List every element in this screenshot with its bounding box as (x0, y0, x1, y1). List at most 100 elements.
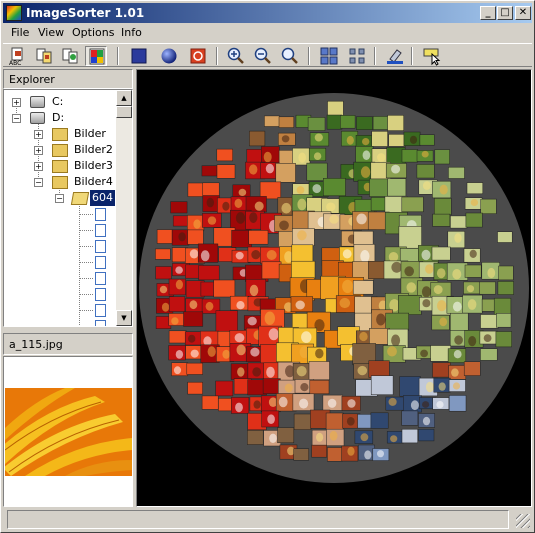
file-icon[interactable] (95, 288, 106, 301)
image-thumbnail[interactable] (170, 201, 188, 214)
image-thumbnail[interactable] (327, 447, 343, 462)
resize-grip[interactable] (516, 514, 530, 528)
image-thumbnail[interactable] (327, 100, 344, 116)
image-thumbnail[interactable] (264, 115, 280, 127)
image-thumbnail[interactable] (187, 182, 204, 197)
image-thumbnail[interactable] (311, 444, 327, 458)
file-icon[interactable] (95, 272, 106, 285)
zoom-fit-icon[interactable] (279, 46, 301, 66)
image-thumbnail[interactable] (418, 428, 435, 442)
image-thumbnail[interactable] (352, 280, 374, 295)
expand-toggle[interactable]: + (34, 162, 43, 171)
image-thumbnail[interactable] (216, 148, 233, 162)
menu-view[interactable]: View (38, 26, 64, 40)
image-thumbnail[interactable] (480, 348, 498, 361)
image-thumbnail[interactable] (466, 182, 484, 195)
image-thumbnail[interactable] (307, 117, 326, 131)
image-thumbnail[interactable] (187, 381, 203, 395)
image-thumbnail[interactable] (398, 226, 422, 249)
maximize-button[interactable]: □ (497, 6, 513, 20)
image-thumbnail[interactable] (419, 134, 435, 146)
image-thumbnail[interactable] (387, 115, 404, 131)
image-thumbnail[interactable] (198, 265, 220, 281)
collapse-toggle[interactable]: − (34, 178, 43, 187)
zoom-in-icon[interactable] (225, 46, 247, 66)
menu-info[interactable]: Info (121, 26, 142, 40)
image-thumbnail[interactable] (291, 244, 314, 263)
menu-file[interactable]: File (11, 26, 29, 40)
image-thumbnail[interactable] (246, 149, 263, 163)
image-thumbnail[interactable] (293, 448, 309, 461)
image-thumbnail[interactable] (370, 375, 394, 395)
image-thumbnail[interactable] (261, 261, 282, 280)
image-thumbnail[interactable] (450, 312, 469, 331)
image-thumbnail[interactable] (187, 229, 204, 245)
sort-abc-icon[interactable]: ABC (7, 46, 29, 66)
image-thumbnail[interactable] (293, 413, 312, 430)
tree-item-604[interactable]: − 604 (4, 190, 116, 206)
image-thumbnail[interactable] (308, 361, 330, 381)
image-thumbnail[interactable] (249, 130, 266, 147)
image-thumbnail[interactable] (463, 361, 481, 376)
image-thumbnail[interactable] (431, 246, 451, 261)
image-thumbnail[interactable] (262, 378, 281, 394)
tree-item-bilder[interactable]: + Bilder (4, 126, 116, 142)
image-thumbnail[interactable] (368, 360, 390, 378)
collapse-toggle[interactable]: − (12, 114, 21, 123)
image-thumbnail[interactable] (498, 265, 514, 281)
circle-view-icon[interactable] (187, 46, 209, 66)
folder-tree[interactable]: + C: − D: + Bilder + Bilder2 + Bilder3 −… (3, 89, 133, 327)
image-thumbnail[interactable] (432, 362, 451, 378)
image-sphere[interactable] (137, 70, 531, 506)
image-thumbnail[interactable] (495, 331, 512, 348)
tree-item-c-drive[interactable]: + C: (4, 94, 116, 110)
image-thumbnail[interactable] (323, 178, 346, 197)
image-thumbnail[interactable] (201, 395, 219, 410)
image-thumbnail[interactable] (370, 412, 389, 429)
file-icon[interactable] (95, 320, 106, 326)
image-thumbnail[interactable] (216, 164, 236, 179)
scroll-thumb[interactable] (116, 106, 132, 118)
image-thumbnail[interactable] (398, 295, 422, 315)
select-icon[interactable] (421, 46, 443, 66)
image-thumbnail[interactable] (480, 314, 499, 329)
file-icon[interactable] (95, 256, 106, 269)
image-thumbnail[interactable] (434, 149, 450, 165)
image-thumbnail[interactable] (201, 165, 218, 177)
zoom-out-icon[interactable] (252, 46, 274, 66)
expand-toggle[interactable]: + (12, 98, 21, 107)
sort-size-icon[interactable] (33, 46, 55, 66)
image-thumbnail[interactable] (183, 311, 204, 327)
expand-toggle[interactable]: + (34, 146, 43, 155)
image-thumbnail[interactable] (247, 430, 264, 445)
tree-item-bilder3[interactable]: + Bilder3 (4, 158, 116, 174)
collapse-toggle[interactable]: − (55, 194, 64, 203)
tree-item-bilder4[interactable]: − Bilder4 (4, 174, 116, 190)
sort-date-icon[interactable] (59, 46, 81, 66)
image-thumbnail[interactable] (401, 410, 419, 426)
square-view-icon[interactable] (128, 46, 150, 66)
image-thumbnail[interactable] (450, 215, 468, 229)
image-thumbnail[interactable] (306, 162, 328, 181)
image-thumbnail[interactable] (369, 328, 390, 345)
image-thumbnail[interactable] (496, 313, 512, 328)
sort-color-icon[interactable] (85, 46, 107, 66)
image-thumbnail[interactable] (353, 230, 374, 245)
image-thumbnail[interactable] (372, 116, 390, 130)
grid-large-icon[interactable] (318, 46, 340, 66)
tree-item-bilder2[interactable]: + Bilder2 (4, 142, 116, 158)
image-thumbnail[interactable] (465, 212, 483, 228)
file-icon[interactable] (95, 304, 106, 317)
image-thumbnail[interactable] (369, 178, 390, 197)
image-thumbnail[interactable] (448, 166, 465, 179)
grid-small-icon[interactable] (346, 46, 368, 66)
image-thumbnail[interactable] (309, 379, 330, 395)
image-thumbnail[interactable] (186, 362, 203, 375)
image-thumbnail[interactable] (401, 196, 424, 213)
image-thumbnail[interactable] (215, 310, 238, 332)
image-thumbnail[interactable] (493, 297, 512, 315)
image-thumbnail[interactable] (326, 114, 343, 130)
image-thumbnail[interactable] (340, 115, 356, 129)
image-thumbnail[interactable] (155, 248, 171, 260)
image-thumbnail[interactable] (215, 380, 234, 397)
